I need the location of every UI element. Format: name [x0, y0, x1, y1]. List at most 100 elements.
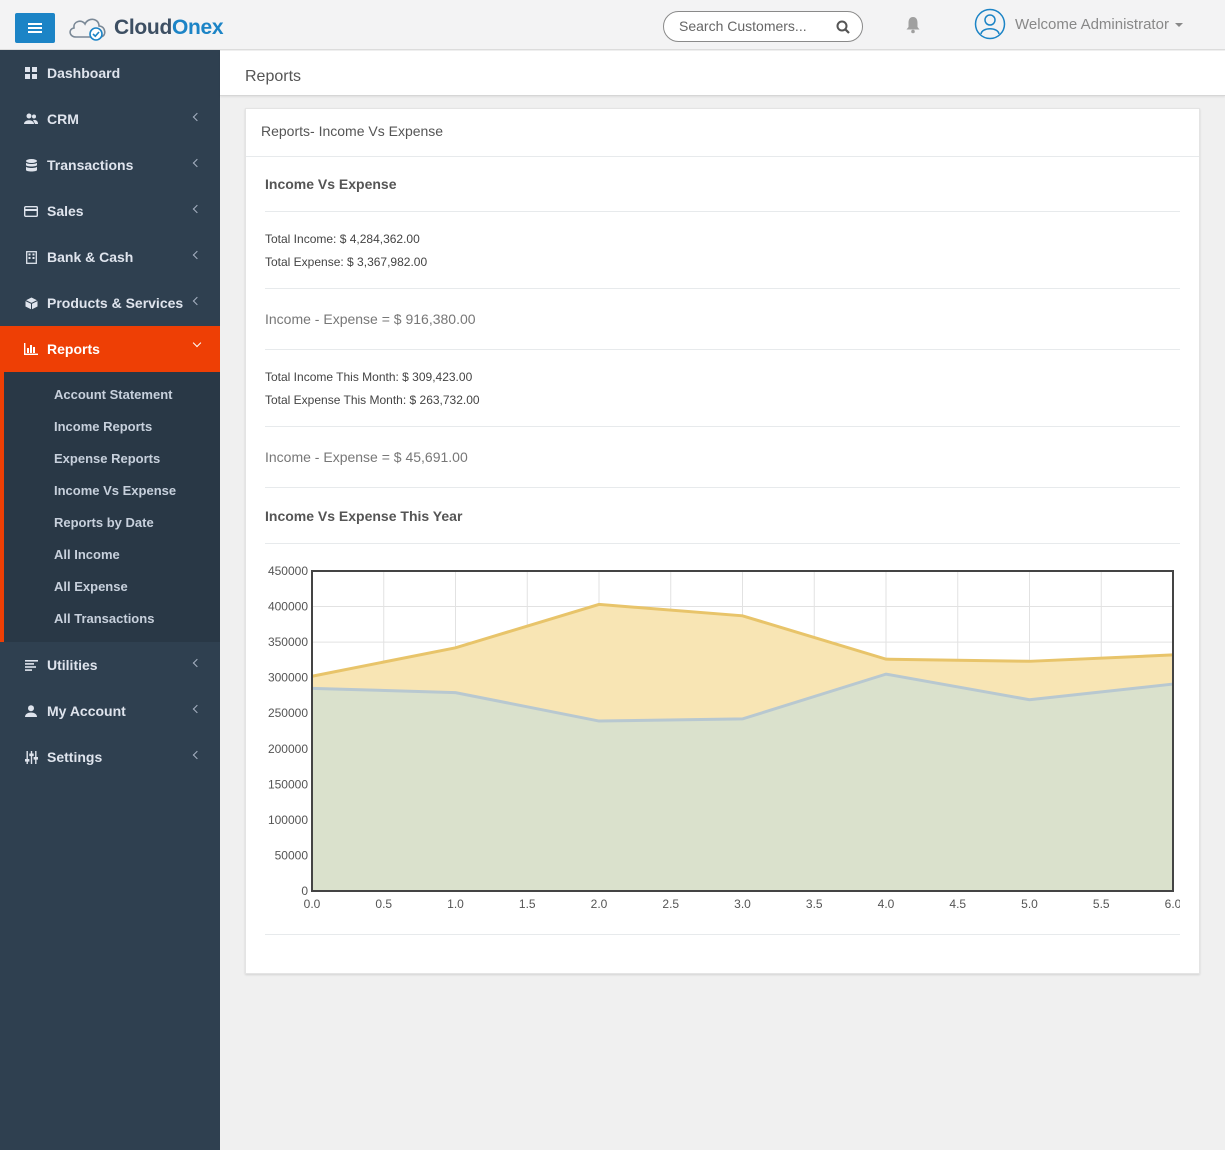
chart-heading: Income Vs Expense This Year	[265, 508, 463, 524]
bar-chart-icon	[24, 342, 38, 356]
submenu-item-account-statement[interactable]: Account Statement	[4, 378, 220, 410]
submenu-item-all-expense[interactable]: All Expense	[4, 570, 220, 602]
sidebar-item-label: My Account	[47, 703, 126, 719]
submenu-item-all-transactions[interactable]: All Transactions	[4, 602, 220, 634]
y-tick-label: 100000	[268, 813, 308, 827]
search-box[interactable]	[663, 11, 863, 42]
sidebar-item-products-services[interactable]: Products & Services	[0, 280, 220, 326]
sidebar-item-settings[interactable]: Settings	[0, 734, 220, 780]
divider	[265, 211, 1180, 212]
month-income: Total Income This Month: $ 309,423.00	[265, 370, 473, 384]
total-income: Total Income: $ 4,284,362.00	[265, 232, 420, 246]
sidebar-item-crm[interactable]: CRM	[0, 96, 220, 142]
sidebar-item-bank-cash[interactable]: Bank & Cash	[0, 234, 220, 280]
x-tick-label: 2.5	[662, 897, 679, 911]
sidebar-item-label: Sales	[47, 203, 84, 219]
y-tick-label: 250000	[268, 706, 308, 720]
month-expense: Total Expense This Month: $ 263,732.00	[265, 393, 480, 407]
user-menu[interactable]: Welcome Administrator	[1015, 16, 1183, 33]
x-tick-label: 3.5	[806, 897, 823, 911]
chevron-left-icon	[192, 750, 202, 760]
month-difference: Income - Expense = $ 45,691.00	[265, 449, 468, 465]
menu-toggle-button[interactable]	[15, 13, 55, 43]
chevron-left-icon	[192, 250, 202, 260]
x-tick-label: 6.0	[1165, 897, 1180, 911]
y-tick-label: 350000	[268, 635, 308, 649]
sidebar-item-sales[interactable]: Sales	[0, 188, 220, 234]
submenu-item-reports-by-date[interactable]: Reports by Date	[4, 506, 220, 538]
logo[interactable]: CloudOnex	[66, 13, 224, 43]
sidebar-item-label: Bank & Cash	[47, 249, 134, 265]
search-input[interactable]	[679, 18, 829, 34]
cube-icon	[24, 296, 38, 310]
sidebar-item-label: Reports	[47, 341, 100, 357]
dashboard-icon	[24, 66, 38, 80]
topbar: CloudOnex Welcome Administrator	[0, 0, 1225, 50]
align-left-icon	[24, 658, 38, 672]
x-tick-label: 1.0	[447, 897, 464, 911]
y-tick-label: 300000	[268, 671, 308, 685]
sidebar-item-label: CRM	[47, 111, 79, 127]
hamburger-icon	[28, 23, 42, 33]
y-tick-label: 200000	[268, 742, 308, 756]
section-heading: Income Vs Expense	[265, 176, 397, 192]
reports-submenu: Account Statement Income Reports Expense…	[0, 372, 220, 642]
sidebar-item-reports[interactable]: Reports	[0, 326, 220, 372]
divider	[265, 934, 1180, 935]
y-tick-label: 50000	[275, 848, 309, 862]
caret-down-icon	[1174, 23, 1183, 28]
submenu-item-income-reports[interactable]: Income Reports	[4, 410, 220, 442]
page-title: Reports	[245, 68, 302, 85]
divider	[265, 426, 1180, 427]
database-icon	[24, 158, 38, 172]
credit-card-icon	[24, 204, 38, 218]
total-difference: Income - Expense = $ 916,380.00	[265, 311, 476, 327]
y-tick-label: 450000	[268, 564, 308, 578]
x-tick-label: 0.0	[304, 897, 321, 911]
chevron-left-icon	[192, 158, 202, 168]
cloud-check-icon	[69, 18, 106, 41]
sidebar-item-utilities[interactable]: Utilities	[0, 642, 220, 688]
panel-title: Reports- Income Vs Expense	[246, 109, 1199, 157]
x-tick-label: 5.5	[1093, 897, 1110, 911]
chevron-left-icon	[192, 204, 202, 214]
chart-svg: 0 50000 100000 150000 200000 250000 300000 3500…	[268, 564, 1182, 911]
logo-text: CloudOnex	[114, 16, 224, 39]
x-tick-label: 2.0	[591, 897, 608, 911]
page-header: Reports	[220, 51, 1225, 96]
sidebar-item-label: Utilities	[47, 657, 98, 673]
chevron-left-icon	[192, 704, 202, 714]
divider	[265, 288, 1180, 289]
chevron-left-icon	[192, 658, 202, 668]
sidebar-item-label: Dashboard	[47, 65, 121, 81]
search-icon[interactable]	[836, 20, 850, 34]
sliders-icon	[24, 750, 38, 764]
submenu-item-all-income[interactable]: All Income	[4, 538, 220, 570]
users-icon	[24, 112, 38, 126]
x-tick-label: 0.5	[375, 897, 392, 911]
chevron-left-icon	[192, 112, 202, 122]
submenu-item-expense-reports[interactable]: Expense Reports	[4, 442, 220, 474]
sidebar-item-dashboard[interactable]: Dashboard	[0, 50, 220, 96]
user-icon	[24, 704, 38, 718]
divider	[265, 349, 1180, 350]
sidebar-item-my-account[interactable]: My Account	[0, 688, 220, 734]
chevron-down-icon	[192, 338, 202, 348]
chevron-left-icon	[192, 296, 202, 306]
avatar[interactable]	[974, 8, 1006, 40]
sidebar-item-transactions[interactable]: Transactions	[0, 142, 220, 188]
bell-icon[interactable]	[905, 16, 921, 34]
sidebar-item-label: Products & Services	[47, 295, 184, 311]
welcome-text: Welcome Administrator	[1015, 16, 1169, 33]
x-tick-label: 3.0	[734, 897, 751, 911]
income-expense-chart: 0 50000 100000 150000 200000 250000 300000 3500…	[265, 560, 1182, 920]
divider	[265, 543, 1180, 544]
x-tick-label: 1.5	[519, 897, 536, 911]
x-tick-label: 4.5	[949, 897, 966, 911]
x-tick-label: 5.0	[1021, 897, 1038, 911]
x-tick-label: 4.0	[878, 897, 895, 911]
submenu-item-income-vs-expense[interactable]: Income Vs Expense	[4, 474, 220, 506]
divider	[265, 487, 1180, 488]
sidebar: Dashboard CRM Transactions Sales Bank & …	[0, 50, 220, 1150]
sidebar-item-label: Transactions	[47, 157, 134, 173]
